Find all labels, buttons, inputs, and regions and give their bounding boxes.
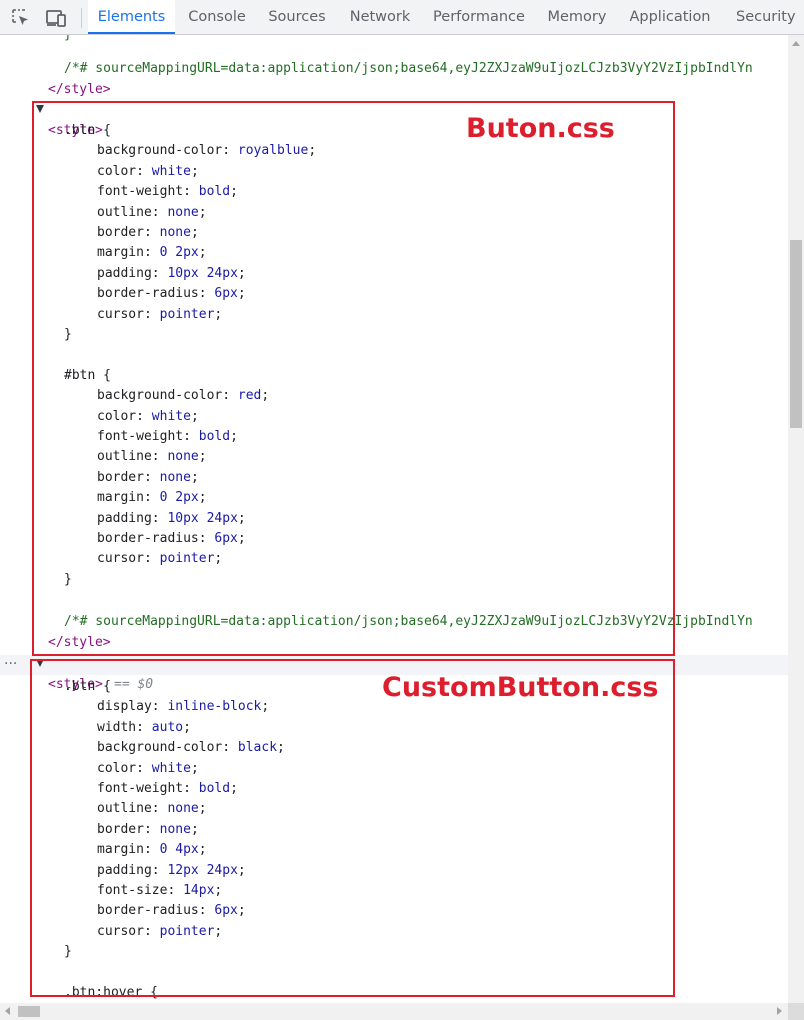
- scroll-up-icon[interactable]: [792, 41, 800, 46]
- scroll-left-icon[interactable]: [5, 1007, 10, 1015]
- horizontal-scroll-thumb[interactable]: [18, 1006, 40, 1017]
- tab-sources[interactable]: Sources: [260, 0, 334, 34]
- tab-console[interactable]: Console: [178, 0, 256, 34]
- annotation-box-buton-css: [32, 101, 675, 656]
- tab-security[interactable]: Security: [726, 0, 804, 34]
- annotation-box-custombutton-css: [30, 659, 675, 997]
- tab-elements[interactable]: Elements: [88, 0, 175, 34]
- source-map-comment-1: /*# sourceMappingURL=data:application/js…: [64, 61, 753, 76]
- devtools-window: Elements Console Sources Network Perform…: [0, 0, 804, 1020]
- tree-partial-brace: }: [64, 35, 788, 45]
- toolbar-separator: [81, 8, 82, 28]
- tab-performance[interactable]: Performance: [426, 0, 532, 34]
- scroll-right-icon[interactable]: [777, 1007, 782, 1015]
- scroll-corner: [788, 1003, 804, 1020]
- devtools-toolbar: Elements Console Sources Network Perform…: [0, 0, 804, 35]
- more-actions-icon[interactable]: ···: [4, 657, 17, 671]
- device-toolbar-icon[interactable]: [44, 6, 68, 30]
- horizontal-scrollbar[interactable]: [0, 1003, 788, 1020]
- tab-network[interactable]: Network: [340, 0, 420, 34]
- tab-memory[interactable]: Memory: [538, 0, 616, 34]
- vertical-scroll-thumb[interactable]: [790, 240, 802, 428]
- inspect-element-icon[interactable]: [9, 6, 33, 30]
- tab-application[interactable]: Application: [622, 0, 718, 34]
- vertical-scrollbar[interactable]: [788, 35, 804, 1003]
- annotation-label-custombutton-css: CustomButton.css: [382, 672, 659, 703]
- annotation-label-buton-css: Buton.css: [466, 113, 615, 144]
- style-close-tag-0[interactable]: </style>: [48, 80, 788, 100]
